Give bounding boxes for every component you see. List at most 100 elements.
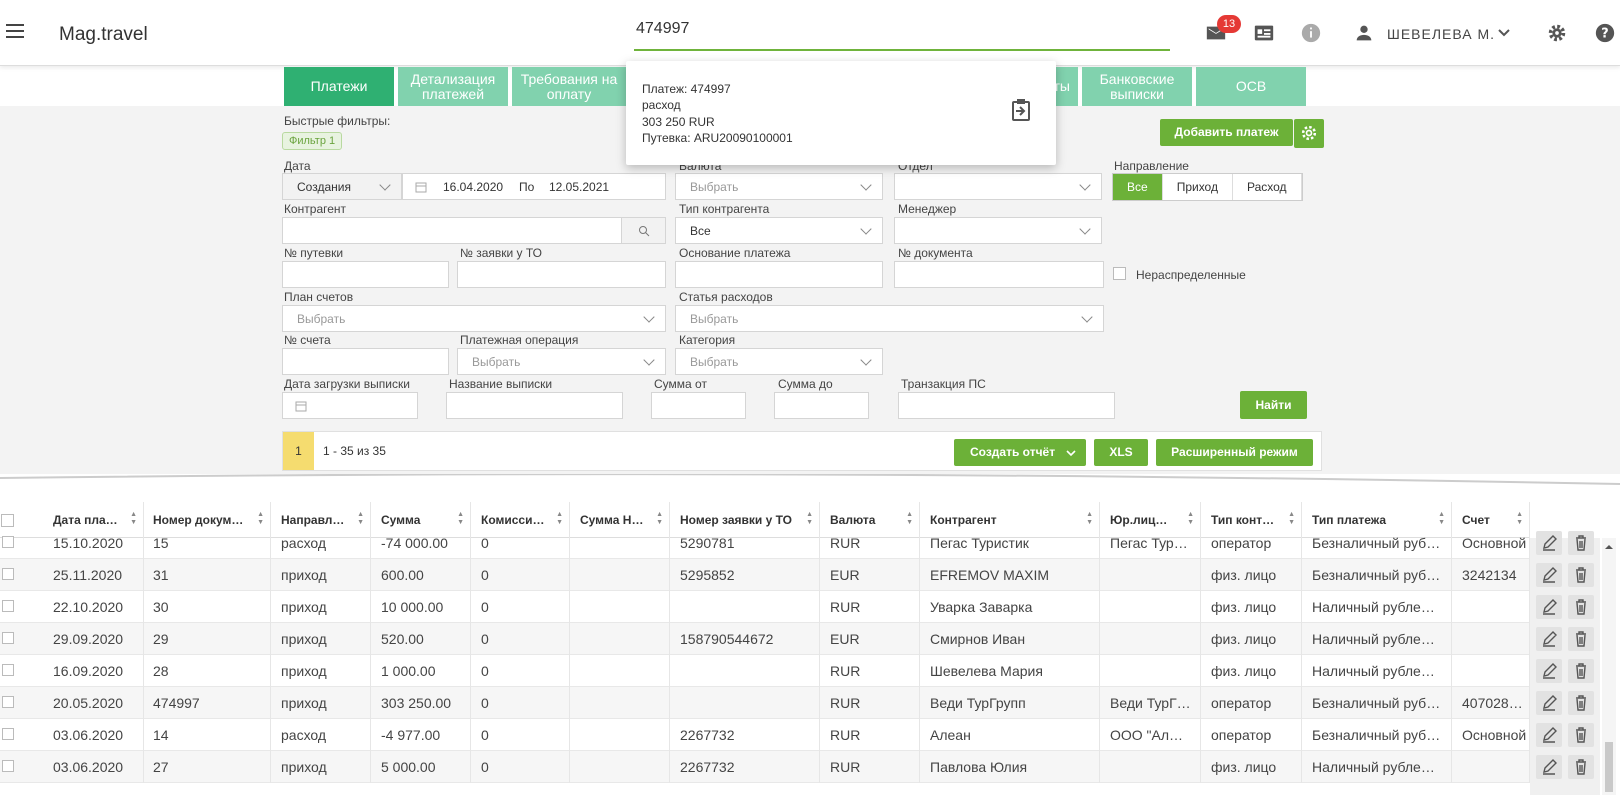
manager-select[interactable] xyxy=(894,217,1102,244)
cell-date: 15.10.2020 xyxy=(43,527,144,559)
cell-direction: расход xyxy=(271,527,371,559)
table-row[interactable]: 20.05.2020 474997 приход 303 250.00 0 RUR Веди… xyxy=(0,687,1530,719)
cell-to-request xyxy=(670,591,820,623)
cell-account xyxy=(1452,591,1530,623)
table-scrollbar[interactable] xyxy=(1602,538,1616,795)
category-select[interactable]: Выбрать xyxy=(675,348,883,375)
search-input[interactable] xyxy=(634,9,1170,51)
add-payment-button[interactable]: Добавить платеж xyxy=(1160,119,1293,146)
date-range-field[interactable]: 16.04.2020 По 12.05.2021 xyxy=(402,173,666,200)
currency-select[interactable]: Выбрать xyxy=(675,173,883,200)
gear-icon[interactable] xyxy=(1546,22,1568,44)
find-button[interactable]: Найти xyxy=(1240,391,1307,419)
user-name[interactable]: ШЕВЕЛЕВА М. xyxy=(1387,26,1495,42)
cell-counterparty: EFREMOV MAXIM xyxy=(920,559,1100,591)
select-all-checkbox[interactable] xyxy=(1,514,14,527)
edit-button[interactable] xyxy=(1536,755,1562,779)
row-checkbox[interactable] xyxy=(2,536,14,548)
table-row[interactable]: 22.10.2020 30 приход 10 000.00 0 RUR Уварка За… xyxy=(0,591,1530,623)
payment-operation-select[interactable]: Выбрать xyxy=(457,348,666,375)
unallocated-checkbox[interactable] xyxy=(1113,267,1126,280)
search-result-popup[interactable]: Платеж: 474997 расход 303 250 RUR Путевк… xyxy=(626,61,1056,165)
statement-name-input[interactable] xyxy=(446,392,623,419)
edit-button[interactable] xyxy=(1536,563,1562,587)
voucher-input[interactable] xyxy=(282,261,449,288)
to-request-input[interactable] xyxy=(457,261,666,288)
trash-icon xyxy=(1576,759,1586,775)
settings-button[interactable] xyxy=(1294,119,1324,148)
help-icon[interactable]: ? xyxy=(1594,22,1616,44)
account-no-input[interactable] xyxy=(282,348,449,375)
edit-button[interactable] xyxy=(1536,595,1562,619)
direction-expense[interactable]: Расход xyxy=(1233,174,1302,200)
tab-bank-statements[interactable]: Банковские выписки xyxy=(1082,67,1192,106)
ps-transaction-input[interactable] xyxy=(898,392,1115,419)
delete-button[interactable] xyxy=(1568,627,1594,651)
tab-payments[interactable]: Платежи xyxy=(284,67,394,106)
delete-button[interactable] xyxy=(1568,531,1594,555)
department-select[interactable] xyxy=(894,173,1102,200)
tab-osv[interactable]: ОСВ xyxy=(1196,67,1306,106)
contact-card-icon[interactable] xyxy=(1253,22,1275,44)
counterparty-type-select[interactable]: Все xyxy=(675,217,883,244)
trash-icon xyxy=(1576,599,1586,615)
menu-icon[interactable] xyxy=(6,24,24,40)
user-icon[interactable] xyxy=(1353,22,1375,44)
table-row[interactable]: 25.11.2020 31 приход 600.00 0 5295852 EUR EFREM… xyxy=(0,559,1530,591)
expense-item-select[interactable]: Выбрать xyxy=(675,305,1104,332)
counterparty-search-button[interactable] xyxy=(621,217,666,244)
brand-logo[interactable]: Mag.travel xyxy=(59,24,148,46)
sum-to-input[interactable] xyxy=(774,392,869,419)
document-no-input[interactable] xyxy=(894,261,1104,288)
xls-button[interactable]: XLS xyxy=(1094,439,1148,466)
direction-label: Направление xyxy=(1114,159,1189,173)
extended-mode-button[interactable]: Расширенный режим xyxy=(1156,439,1313,466)
page-number[interactable]: 1 xyxy=(283,432,314,470)
sum-from-input[interactable] xyxy=(651,392,746,419)
counterparty-input[interactable] xyxy=(282,217,622,244)
date-type-select[interactable]: Создания xyxy=(282,173,402,200)
clipboard-goto-icon[interactable] xyxy=(1010,98,1032,122)
search-box xyxy=(626,9,1176,57)
table-row[interactable]: 16.09.2020 28 приход 1 000.00 0 RUR Шевелева М… xyxy=(0,655,1530,687)
edit-button[interactable] xyxy=(1536,723,1562,747)
row-checkbox[interactable] xyxy=(2,696,14,708)
cell-doc-number: 15 xyxy=(143,527,271,559)
delete-button[interactable] xyxy=(1568,659,1594,683)
cell-counterparty-type: физ. лицо xyxy=(1201,623,1302,655)
payment-basis-input[interactable] xyxy=(675,261,883,288)
row-checkbox[interactable] xyxy=(2,568,14,580)
edit-button[interactable] xyxy=(1536,627,1562,651)
table-row[interactable]: 15.10.2020 15 расход -74 000.00 0 5290781 RUR П… xyxy=(0,527,1530,559)
delete-button[interactable] xyxy=(1568,595,1594,619)
scroll-up-icon[interactable] xyxy=(1602,542,1616,552)
row-checkbox[interactable] xyxy=(2,632,14,644)
row-checkbox[interactable] xyxy=(2,600,14,612)
chevron-down-icon[interactable] xyxy=(1497,28,1511,38)
delete-button[interactable] xyxy=(1568,723,1594,747)
row-checkbox[interactable] xyxy=(2,664,14,676)
chart-of-accounts-select[interactable]: Выбрать xyxy=(282,305,666,332)
delete-button[interactable] xyxy=(1568,563,1594,587)
statement-date-input[interactable] xyxy=(282,392,418,419)
tab-payment-details[interactable]: Детализация платежей xyxy=(398,67,508,106)
table-row[interactable]: 03.06.2020 27 приход 5 000.00 0 2267732 RUR Пав… xyxy=(0,751,1530,783)
cell-sum: 10 000.00 xyxy=(371,591,471,623)
table-row[interactable]: 03.06.2020 14 расход -4 977.00 0 2267732 RUR Ал… xyxy=(0,719,1530,751)
delete-button[interactable] xyxy=(1568,691,1594,715)
edit-button[interactable] xyxy=(1536,659,1562,683)
tab-payment-requests[interactable]: Требования на оплату xyxy=(512,67,626,106)
table-row[interactable]: 29.09.2020 29 приход 520.00 0 158790544672 EUR… xyxy=(0,623,1530,655)
direction-all[interactable]: Все xyxy=(1113,174,1163,200)
scroll-thumb[interactable] xyxy=(1605,742,1613,792)
row-checkbox[interactable] xyxy=(2,760,14,772)
quick-filter-chip[interactable]: Фильтр 1 xyxy=(282,132,343,150)
info-icon[interactable] xyxy=(1300,22,1322,44)
expense-item-label: Статья расходов xyxy=(679,290,773,304)
create-report-button[interactable]: Создать отчёт xyxy=(954,439,1086,466)
delete-button[interactable] xyxy=(1568,755,1594,779)
direction-income[interactable]: Приход xyxy=(1163,174,1233,200)
row-checkbox[interactable] xyxy=(2,728,14,740)
edit-button[interactable] xyxy=(1536,691,1562,715)
edit-button[interactable] xyxy=(1536,531,1562,555)
